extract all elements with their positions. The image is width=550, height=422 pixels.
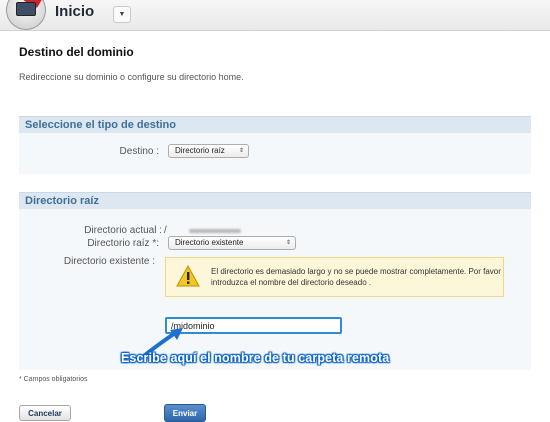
top-header-bar: Inicio ▼ (0, 0, 550, 31)
root-directory-label: Directorio raíz *: (87, 238, 159, 249)
warning-message-box: El directorio es demasiado largo y no se… (165, 257, 504, 297)
current-directory-label: Directorio actual : (84, 225, 162, 236)
destination-type-section: Seleccione el tipo de destino Destino : … (19, 116, 531, 174)
existing-directory-label: Directorio existente : (63, 256, 155, 267)
root-directory-select[interactable]: Directorio existente ⇕ (168, 236, 296, 250)
submit-button[interactable]: Enviar (164, 404, 206, 422)
required-fields-note: * Campos obligatorios (19, 376, 88, 383)
select-arrows-icon: ⇕ (238, 148, 244, 154)
destino-select-value: Directorio raíz (175, 146, 225, 155)
root-directory-section: Directorio raíz Directorio actual : / Di… (19, 192, 531, 370)
section-header-destination: Seleccione el tipo de destino (19, 116, 531, 133)
section-header-root-directory: Directorio raíz (19, 192, 531, 209)
root-directory-select-value: Directorio existente (175, 238, 244, 247)
current-directory-redacted (189, 229, 241, 233)
destino-label: Destino : (119, 146, 159, 157)
instruction-callout: Escribe aquí el nombre de tu carpeta rem… (121, 351, 390, 365)
warning-text: El directorio es demasiado largo y no se… (211, 267, 501, 287)
cancel-button[interactable]: Cancelar (19, 405, 71, 421)
logo-screen (16, 2, 36, 16)
warning-icon (176, 265, 200, 287)
page-subtitle: Redireccione su dominio o configure su d… (19, 72, 244, 82)
home-title[interactable]: Inicio (55, 3, 94, 20)
chevron-down-icon[interactable]: ▼ (113, 6, 131, 23)
select-arrows-icon: ⇕ (285, 240, 291, 246)
current-directory-value: / (164, 225, 167, 236)
home-logo-icon[interactable] (6, 0, 46, 30)
page-title: Destino del dominio (19, 45, 134, 59)
destino-select[interactable]: Directorio raíz ⇕ (168, 144, 249, 158)
